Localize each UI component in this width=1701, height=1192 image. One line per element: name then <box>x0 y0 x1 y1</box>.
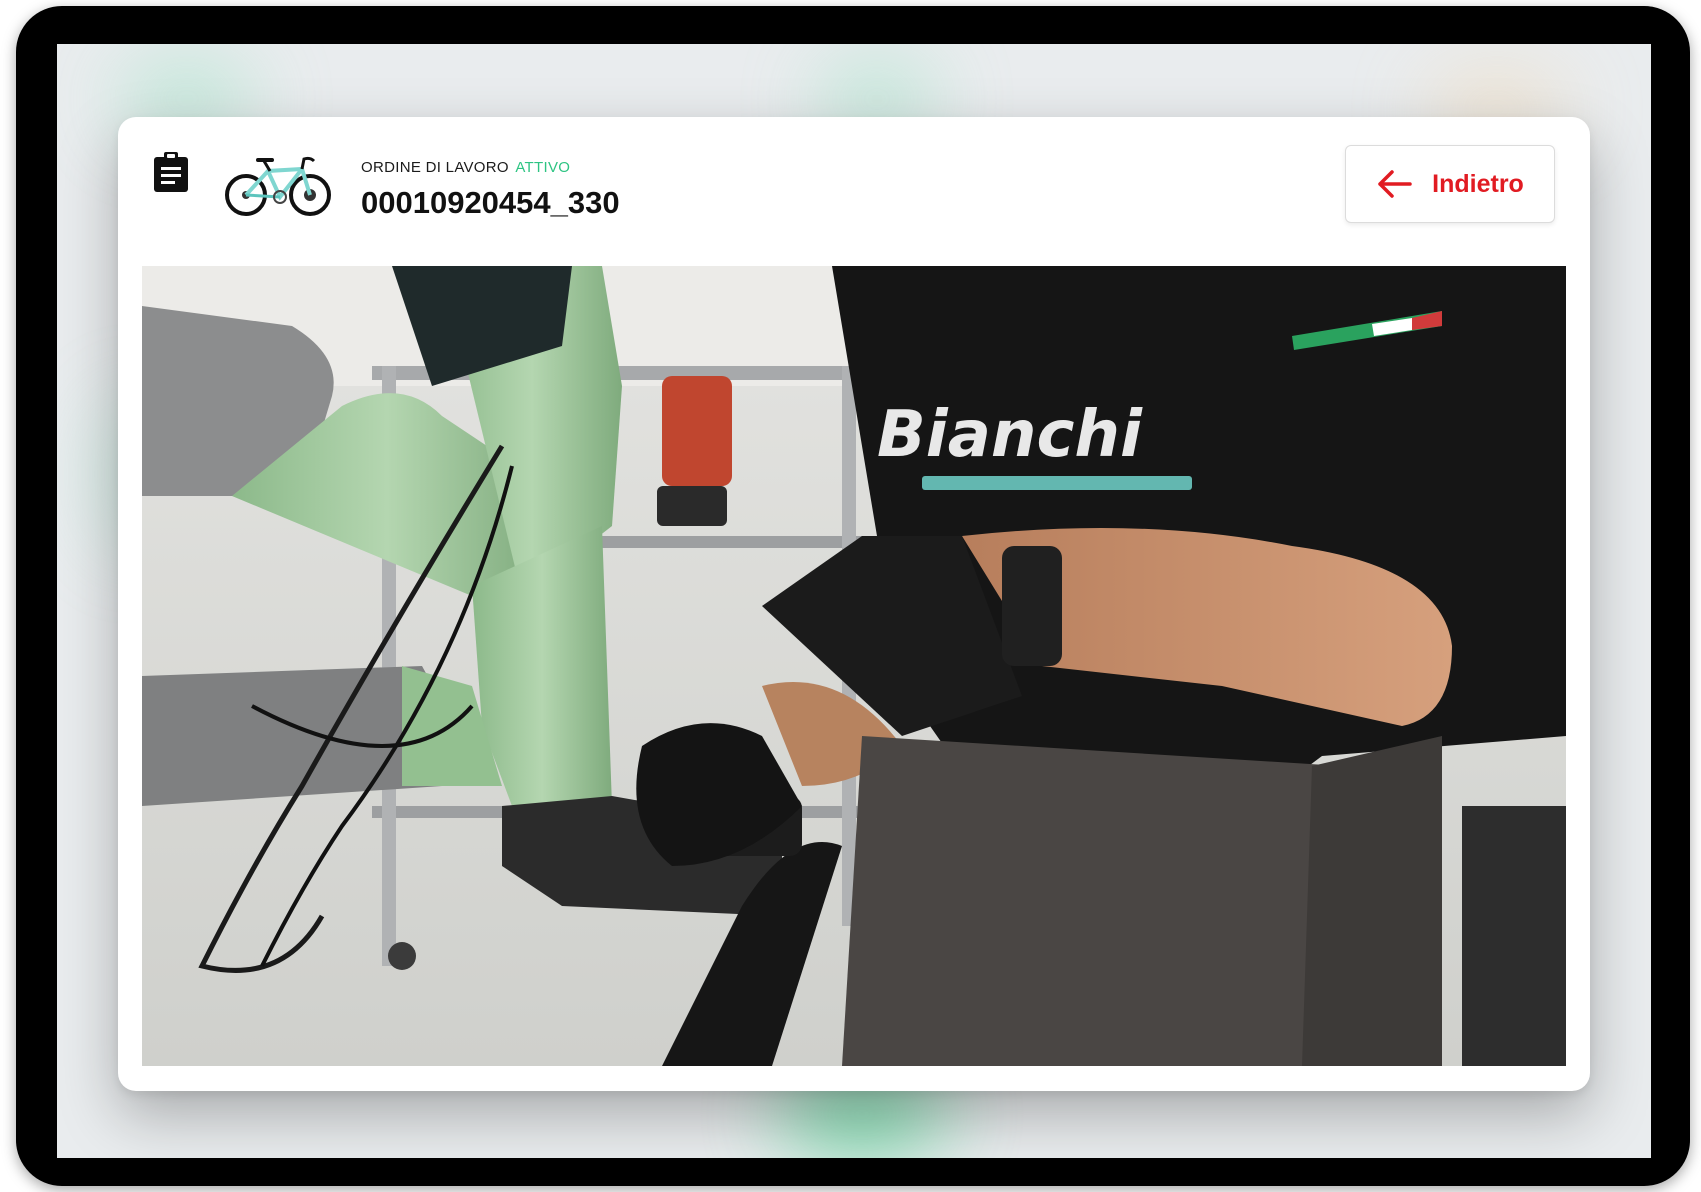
bike-thumbnail <box>225 156 331 216</box>
back-button-label: Indietro <box>1432 169 1524 198</box>
clipboard-icon <box>154 152 188 192</box>
app-screen: ORDINE DI LAVORO ATTIVO 00010920454_330 … <box>57 44 1651 1158</box>
assembly-video[interactable]: Bianchi <box>142 266 1566 1066</box>
arrow-left-icon <box>1378 170 1412 198</box>
tablet-frame: ORDINE DI LAVORO ATTIVO 00010920454_330 … <box>16 6 1690 1186</box>
status-badge: ATTIVO <box>515 159 571 176</box>
shirt-logo-text: Bianchi <box>877 398 1143 472</box>
order-number: 00010920454_330 <box>361 185 620 220</box>
video-frame: Bianchi <box>142 266 1566 1066</box>
back-button[interactable]: Indietro <box>1345 145 1555 223</box>
order-label: ORDINE DI LAVORO ATTIVO <box>361 159 570 176</box>
order-label-text: ORDINE DI LAVORO <box>361 159 509 176</box>
work-order-card: ORDINE DI LAVORO ATTIVO 00010920454_330 … <box>118 117 1590 1091</box>
